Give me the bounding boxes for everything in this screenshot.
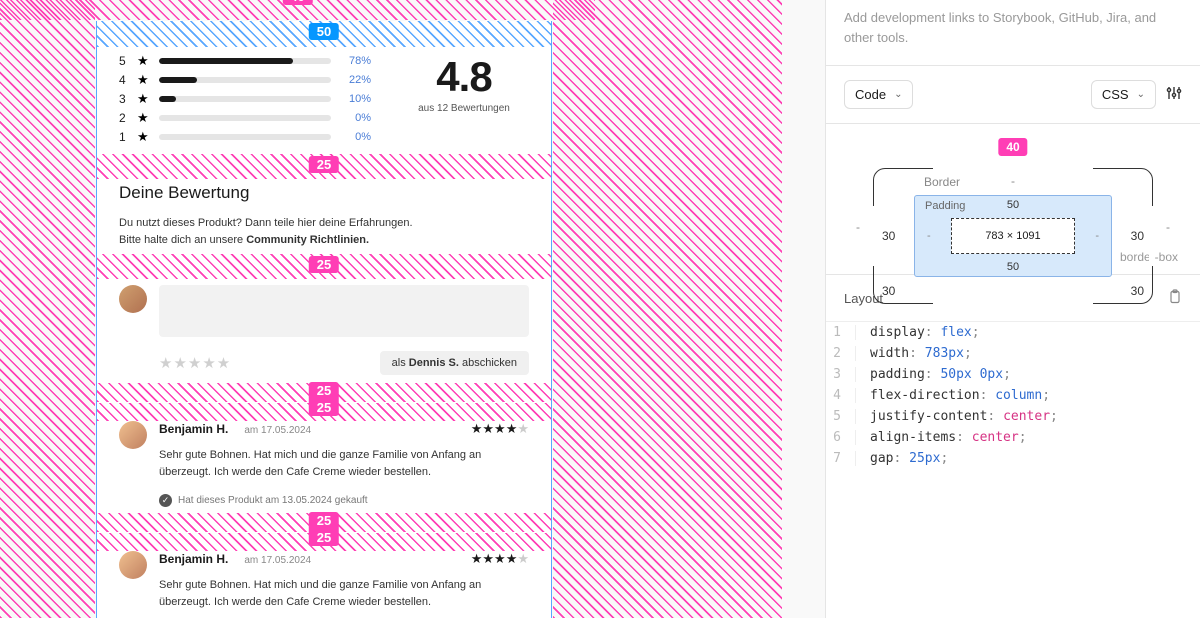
code-line: 7gap: 25px;	[826, 448, 1200, 469]
verified-purchase: ✓Hat dieses Produkt am 13.05.2024 gekauf…	[159, 494, 529, 507]
review-form-header: Deine Bewertung Du nutzt dieses Produkt?…	[97, 179, 551, 254]
rating-distribution: 5★78% 4★22% 3★10% 2★0% 1★0%	[119, 53, 371, 148]
rating-bar-row: 5★78%	[119, 53, 371, 69]
rating-score: 4.8 aus 12 Bewertungen	[399, 53, 529, 114]
padding-overlay-top: 50	[97, 21, 551, 47]
gap-overlay: 25	[97, 254, 551, 279]
star-icon: ★	[137, 129, 149, 145]
border-box: Border - 30 30 30 30 Padding 50 50 - - 7…	[873, 168, 1153, 304]
code-line: 5justify-content: center;	[826, 406, 1200, 427]
code-toolbar: Code⌄ CSS⌄	[826, 66, 1200, 124]
user-avatar	[119, 285, 147, 313]
review-heading: Deine Bewertung	[119, 183, 529, 203]
review-compose: ★★★★★ als Dennis S. abschicken	[97, 279, 551, 383]
chevron-down-icon: ⌄	[894, 89, 902, 100]
clipboard-icon[interactable]	[1168, 289, 1182, 307]
rating-input-stars[interactable]: ★★★★★	[159, 354, 231, 372]
reviewer-avatar	[119, 421, 147, 449]
code-line: 3padding: 50px 0px;	[826, 364, 1200, 385]
margin-badge: 40	[282, 0, 312, 5]
box-model-diagram: 40 Border - 30 30 30 30 Padding 50 50 - …	[826, 124, 1200, 275]
check-icon: ✓	[159, 494, 172, 507]
code-line: 4flex-direction: column;	[826, 385, 1200, 406]
gap-overlay: 25	[97, 154, 551, 179]
code-line: 6align-items: center;	[826, 427, 1200, 448]
margin-badge: 40	[998, 138, 1027, 156]
code-line: 2width: 783px;	[826, 343, 1200, 364]
star-icon: ★	[137, 53, 149, 69]
rating-bar-row: 4★22%	[119, 72, 371, 88]
chevron-down-icon: ⌄	[1137, 89, 1145, 100]
submit-review-button[interactable]: als Dennis S. abschicken	[380, 351, 529, 375]
settings-icon[interactable]	[1166, 85, 1182, 105]
design-canvas[interactable]: 40 50 5★78% 4★22% 3★10% 2★0% 1★0% 4.8 aus 12…	[0, 0, 825, 618]
review-item: Benjamin H. am 17.05.2024 ★★★★★ Sehr gut…	[97, 421, 551, 513]
review-stars: ★★★★★	[471, 421, 529, 437]
review-description: Du nutzt dieses Produkt? Dann teile hier…	[119, 215, 529, 248]
code-mode-dropdown[interactable]: Code⌄	[844, 80, 913, 109]
inspector-panel: Add development links to Storybook, GitH…	[825, 0, 1200, 618]
rating-bar-row: 2★0%	[119, 110, 371, 126]
selected-frame[interactable]: 50 5★78% 4★22% 3★10% 2★0% 1★0% 4.8 aus 12 Be…	[96, 21, 552, 618]
reviewer-name: Benjamin H.	[159, 552, 228, 566]
review-stars: ★★★★★	[471, 551, 529, 567]
review-textarea[interactable]	[159, 285, 529, 337]
score-subtitle: aus 12 Bewertungen	[399, 103, 529, 114]
padding-box: Padding 50 50 - - 783 × 1091	[914, 195, 1112, 277]
reviewer-avatar	[119, 551, 147, 579]
dev-links-description: Add development links to Storybook, GitH…	[826, 0, 1200, 66]
css-code-block[interactable]: 1display: flex;2width: 783px;3padding: 5…	[826, 322, 1200, 469]
review-date: am 17.05.2024	[244, 555, 311, 566]
gap-overlay-double: 2525	[97, 383, 551, 421]
review-text: Sehr gute Bohnen. Hat mich und die ganze…	[159, 577, 529, 610]
reviewer-name: Benjamin H.	[159, 422, 228, 436]
padding-badge: 50	[309, 23, 339, 40]
language-dropdown[interactable]: CSS⌄	[1091, 80, 1156, 109]
review-date: am 17.05.2024	[244, 425, 311, 436]
star-icon: ★	[137, 72, 149, 88]
review-item: Benjamin H. am 17.05.2024 ★★★★★ Sehr gut…	[97, 551, 551, 618]
content-box: 783 × 1091	[951, 218, 1075, 254]
gap-overlay-double: 2525	[97, 513, 551, 551]
rating-bar-row: 1★0%	[119, 129, 371, 145]
margin-overlay-right	[553, 0, 782, 618]
star-icon: ★	[137, 110, 149, 126]
rating-summary-section: 5★78% 4★22% 3★10% 2★0% 1★0% 4.8 aus 12 Bewer…	[97, 47, 551, 154]
margin-overlay-left	[0, 0, 95, 618]
star-icon: ★	[137, 91, 149, 107]
review-text: Sehr gute Bohnen. Hat mich und die ganze…	[159, 447, 529, 480]
rating-bar-row: 3★10%	[119, 91, 371, 107]
code-line: 1display: flex;	[826, 322, 1200, 343]
score-value: 4.8	[399, 53, 529, 101]
